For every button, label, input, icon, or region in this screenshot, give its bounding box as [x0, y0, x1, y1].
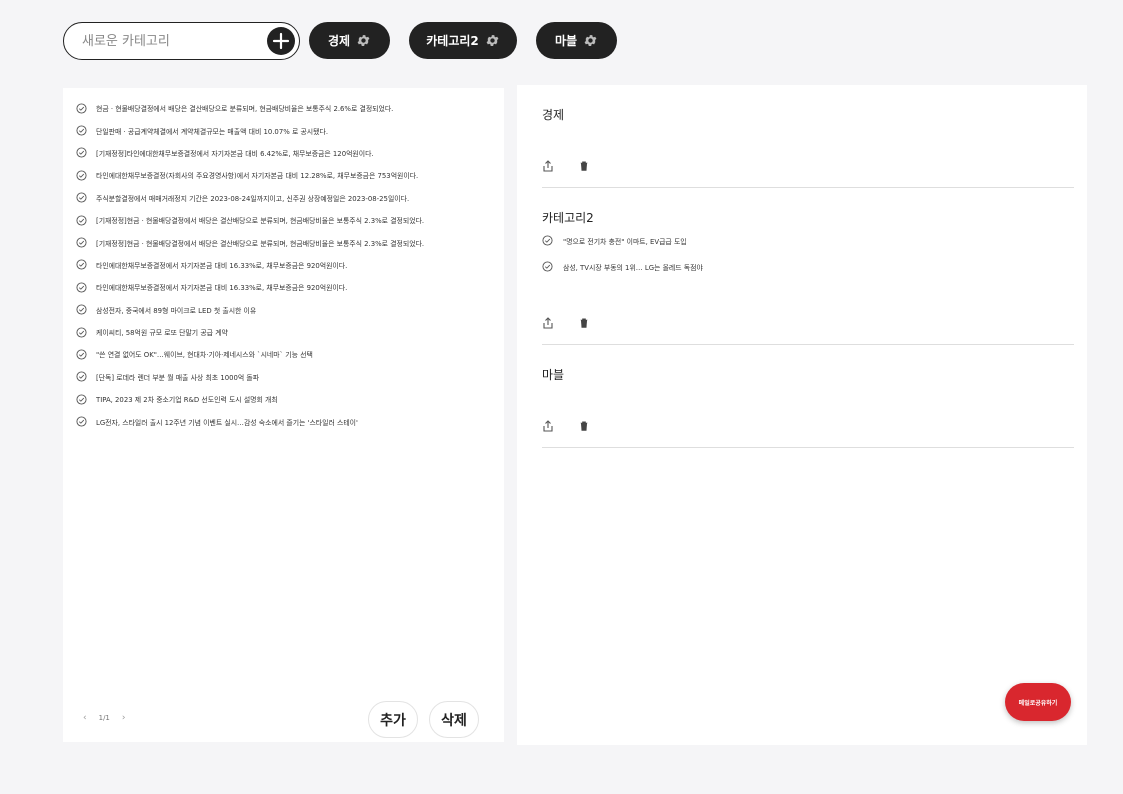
category-panel: 경제 카테고리2 "명으로 전기차 충전" 이마트, EV급급 도입 삼성, T…	[517, 85, 1087, 745]
news-item[interactable]: 타인에대한채무보증결정에서 자기자본금 대비 16.33%로, 채무보증금은 9…	[76, 276, 496, 298]
news-item[interactable]: "쓴 연결 없어도 OK"…웨이브, 현대차·기아·제네시스와 `시네마` 기능…	[76, 343, 496, 365]
category-chip-label: 경제	[327, 34, 351, 48]
news-item-text: 삼성전자, 중국에서 89형 마이크로 LED 첫 출시한 이유	[96, 306, 257, 315]
news-panel: 현금 · 현물배당결정에서 배당은 결산배당으로 분류되며, 현금배당비율은 보…	[63, 88, 504, 742]
section-item[interactable]: "명으로 전기차 충전" 이마트, EV급급 도입	[542, 235, 687, 246]
page-indicator: 1/1	[98, 714, 110, 722]
news-item[interactable]: 타인에대한채무보증결정에서 자기자본금 대비 16.33%로, 채무보증금은 9…	[76, 254, 496, 276]
check-circle-icon	[76, 304, 87, 315]
news-item[interactable]: TIPA, 2023 제 2차 중소기업 R&D 선도인력 도시 설명회 개최	[76, 388, 496, 410]
section-title: 카테고리2	[542, 211, 594, 225]
category-section-0: 경제	[542, 85, 1074, 188]
news-item-text: 현금 · 현물배당결정에서 배당은 결산배당으로 분류되며, 현금배당비율은 보…	[96, 105, 394, 114]
new-category-input[interactable]	[82, 32, 262, 50]
news-item-text: [기재정정]타인에대한채무보증결정에서 자기자본금 대비 6.42%로, 채무보…	[96, 149, 374, 158]
category-chip-label: 카테고리2	[426, 34, 479, 48]
news-item[interactable]: LG전자, 스타일러 출시 12주년 기념 이벤트 실시…감성 숙소에서 즐기는…	[76, 410, 496, 432]
news-item-text: [단독] 로데라 렌더 부분 월 매출 사상 최초 1000억 돌파	[96, 373, 260, 382]
news-item[interactable]: 단일판매 · 공급계약체결에서 계약체결규모는 매출액 대비 10.07% 로 …	[76, 119, 496, 141]
check-circle-icon	[76, 327, 87, 338]
gear-icon[interactable]	[583, 33, 598, 48]
news-item[interactable]: 케이씨티, 58억원 규모 로또 단말기 공급 계약	[76, 321, 496, 343]
check-circle-icon	[76, 282, 87, 293]
section-item-text: 삼성, TV시장 부동의 1위… LG는 올레드 독점야	[563, 263, 703, 272]
check-circle-icon	[76, 259, 87, 270]
check-circle-icon	[76, 215, 87, 226]
add-button[interactable]: 추가	[368, 701, 418, 738]
news-item-text: 주식분할결정에서 매매거래정지 기간은 2023-08-24일까지이고, 신주권…	[96, 194, 410, 203]
check-circle-icon	[542, 235, 553, 246]
news-item-text: TIPA, 2023 제 2차 중소기업 R&D 선도인력 도시 설명회 개최	[96, 396, 278, 405]
news-item-text: 타인에대한채무보증결정에서 자기자본금 대비 16.33%로, 채무보증금은 9…	[96, 284, 348, 293]
section-item[interactable]: 삼성, TV시장 부동의 1위… LG는 올레드 독점야	[542, 261, 703, 272]
news-item-text: [기재정정]현금 · 현물배당결정에서 배당은 결산배당으로 분류되며, 현금배…	[96, 217, 425, 226]
news-item[interactable]: [기재정정]현금 · 현물배당결정에서 배당은 결산배당으로 분류되며, 현금배…	[76, 231, 496, 253]
trash-icon[interactable]	[578, 317, 590, 329]
category-chip-label: 마블	[554, 34, 578, 48]
check-circle-icon	[76, 416, 87, 427]
new-category-box	[63, 22, 300, 60]
news-item[interactable]: 현금 · 현물배당결정에서 배당은 결산배당으로 분류되며, 현금배당비율은 보…	[76, 97, 496, 119]
news-item[interactable]: 삼성전자, 중국에서 89형 마이크로 LED 첫 출시한 이유	[76, 299, 496, 321]
section-title: 경제	[542, 108, 565, 122]
news-item[interactable]: [단독] 로데라 렌더 부분 월 매출 사상 최초 1000억 돌파	[76, 366, 496, 388]
check-circle-icon	[76, 237, 87, 248]
check-circle-icon	[76, 192, 87, 203]
news-list: 현금 · 현물배당결정에서 배당은 결산배당으로 분류되며, 현금배당비율은 보…	[76, 97, 496, 433]
category-section-1: 카테고리2 "명으로 전기차 충전" 이마트, EV급급 도입 삼성, TV시장…	[542, 188, 1074, 345]
email-share-button[interactable]: 메일로공유하기	[1005, 683, 1071, 721]
trash-icon[interactable]	[578, 420, 590, 432]
news-item[interactable]: 주식분할결정에서 매매거래정지 기간은 2023-08-24일까지이고, 신주권…	[76, 187, 496, 209]
gear-icon[interactable]	[485, 33, 500, 48]
prev-page-button[interactable]: ‹	[83, 713, 87, 723]
section-item-text: "명으로 전기차 충전" 이마트, EV급급 도입	[563, 237, 687, 246]
news-item-text: 타인에대한채무보증결정에서 자기자본금 대비 16.33%로, 채무보증금은 9…	[96, 261, 348, 270]
trash-icon[interactable]	[578, 160, 590, 172]
delete-button[interactable]: 삭제	[429, 701, 479, 738]
check-circle-icon	[76, 170, 87, 181]
check-circle-icon	[76, 394, 87, 405]
share-icon[interactable]	[542, 317, 554, 329]
news-item-text: 단일판매 · 공급계약체결에서 계약체결규모는 매출액 대비 10.07% 로 …	[96, 127, 329, 136]
news-item[interactable]: [기재정정]타인에대한채무보증결정에서 자기자본금 대비 6.42%로, 채무보…	[76, 142, 496, 164]
news-item-text: 케이씨티, 58억원 규모 로또 단말기 공급 계약	[96, 329, 228, 338]
gear-icon[interactable]	[356, 33, 371, 48]
news-item-text: LG전자, 스타일러 출시 12주년 기념 이벤트 실시…감성 숙소에서 즐기는…	[96, 418, 358, 427]
news-item[interactable]: 타인에대한채무보증결정(자회사의 주요경영사항)에서 자기자본금 대비 12.2…	[76, 164, 496, 186]
check-circle-icon	[76, 125, 87, 136]
share-icon[interactable]	[542, 420, 554, 432]
news-item[interactable]: [기재정정]현금 · 현물배당결정에서 배당은 결산배당으로 분류되며, 현금배…	[76, 209, 496, 231]
check-circle-icon	[76, 103, 87, 114]
category-chip-2[interactable]: 마블	[536, 22, 617, 59]
category-chip-0[interactable]: 경제	[309, 22, 390, 59]
next-page-button[interactable]: ›	[122, 713, 126, 723]
category-chip-1[interactable]: 카테고리2	[409, 22, 517, 59]
news-item-text: [기재정정]현금 · 현물배당결정에서 배당은 결산배당으로 분류되며, 현금배…	[96, 239, 425, 248]
share-icon[interactable]	[542, 160, 554, 172]
category-section-2: 마블	[542, 345, 1074, 448]
check-circle-icon	[76, 371, 87, 382]
check-circle-icon	[76, 349, 87, 360]
check-circle-icon	[76, 147, 87, 159]
add-category-button[interactable]	[267, 27, 295, 55]
pagination: ‹ 1/1 ›	[83, 713, 125, 723]
news-item-text: 타인에대한채무보증결정(자회사의 주요경영사항)에서 자기자본금 대비 12.2…	[96, 172, 419, 181]
news-item-text: "쓴 연결 없어도 OK"…웨이브, 현대차·기아·제네시스와 `시네마` 기능…	[96, 351, 313, 360]
section-title: 마블	[542, 368, 565, 382]
check-circle-icon	[542, 261, 553, 272]
plus-icon	[272, 32, 290, 50]
